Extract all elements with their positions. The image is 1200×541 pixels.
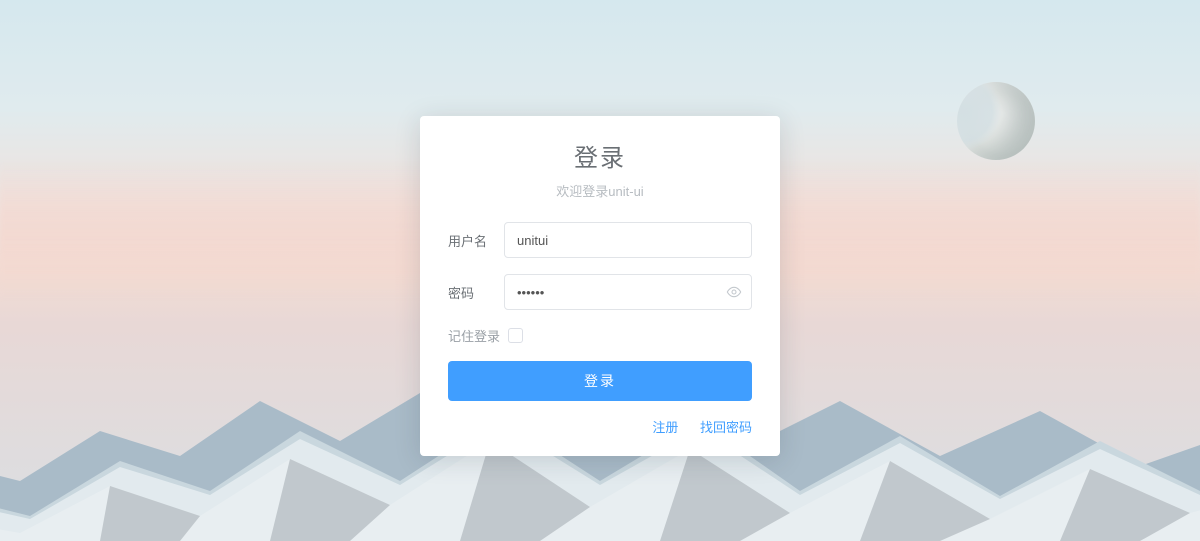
login-links: 注册 找回密码 [448, 417, 752, 436]
password-input[interactable] [504, 274, 752, 310]
login-subtitle: 欢迎登录unit-ui [448, 181, 752, 200]
forgot-password-link[interactable]: 找回密码 [700, 420, 752, 435]
password-label: 密码 [448, 283, 504, 302]
eye-icon[interactable] [726, 284, 742, 300]
moon [957, 82, 1035, 160]
remember-label: 记住登录 [448, 326, 500, 345]
remember-row: 记住登录 [448, 326, 752, 345]
username-row: 用户名 [448, 222, 752, 258]
username-input[interactable] [504, 222, 752, 258]
remember-checkbox[interactable] [508, 328, 523, 343]
login-title: 登录 [448, 138, 752, 173]
login-button[interactable]: 登录 [448, 361, 752, 401]
register-link[interactable]: 注册 [652, 420, 678, 435]
password-row: 密码 [448, 274, 752, 310]
username-label: 用户名 [448, 231, 504, 250]
login-card: 登录 欢迎登录unit-ui 用户名 密码 记住登录 登录 注册 找回密码 [420, 116, 780, 456]
